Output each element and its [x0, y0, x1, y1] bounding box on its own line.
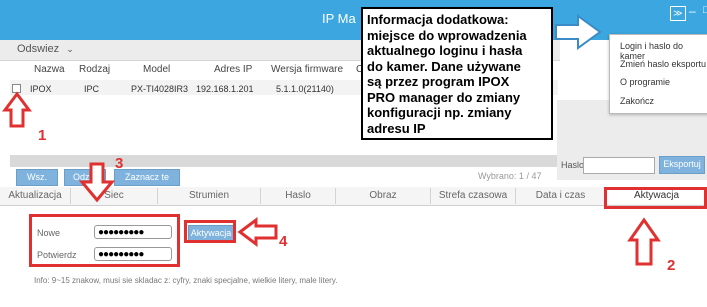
- annotation-number-3: 3: [115, 155, 124, 172]
- menu-item-exit[interactable]: Zakończ: [620, 96, 654, 106]
- callout-line: do kamer. Dane używane: [367, 58, 521, 74]
- callout-line: konfiguracji np. zmiany: [367, 105, 512, 120]
- menu-item-about[interactable]: O programie: [620, 77, 670, 87]
- callout-line: adresu IP: [367, 120, 426, 136]
- callout-line: aktualnego loginu i hasła: [367, 43, 523, 58]
- context-menu: Login i haslo do kamer Zmień haslo ekspo…: [609, 34, 707, 114]
- annotation-number-2: 2: [667, 257, 676, 274]
- annotation-arrow-3: [78, 162, 116, 203]
- menu-item-camera-login[interactable]: Login i haslo do kamer: [620, 41, 707, 61]
- callout-line: miejsce do wprowadzenia: [367, 27, 527, 43]
- annotation-number-4: 4: [279, 233, 288, 250]
- info-callout: Informacja dodatkowa: miejsce do wprowad…: [361, 7, 553, 140]
- annotation-arrow-4: [237, 217, 278, 247]
- menu-item-change-export-password[interactable]: Zmień haslo eksportu: [620, 59, 706, 69]
- callout-line: są przez program IPOX: [367, 74, 510, 89]
- annotation-number-1: 1: [38, 127, 47, 144]
- annotation-arrow-menu: [555, 14, 602, 50]
- annotation-arrows: [2, 14, 661, 266]
- callout-line: PRO manager do zmiany: [367, 89, 521, 105]
- annotation-arrow-1: [2, 91, 32, 128]
- callout-line: Informacja dodatkowa:: [367, 12, 509, 27]
- annotation-arrow-2: [627, 217, 661, 266]
